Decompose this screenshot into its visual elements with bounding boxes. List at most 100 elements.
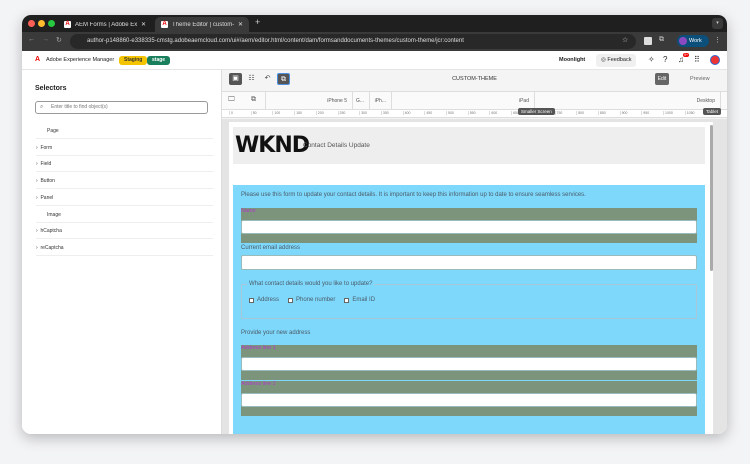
tab-bar: AAEM Forms | Adobe Experienc✕ ATheme Edi… — [22, 15, 727, 32]
tab-search-icon[interactable]: ▾ — [712, 18, 723, 29]
field-label: Current email address — [241, 245, 301, 251]
email-field: Current email address — [241, 245, 697, 270]
field-label: Address line 2 — [241, 381, 276, 387]
minimize-window-icon[interactable] — [38, 20, 45, 27]
ruler-tick: 900 — [619, 111, 628, 115]
feedback-button[interactable]: ◎ Feedback — [596, 54, 637, 67]
close-tab-icon[interactable]: ✕ — [141, 21, 146, 28]
selector-item[interactable]: › Button — [36, 173, 213, 190]
selector-item[interactable]: › Field — [36, 156, 213, 173]
whats-new-icon[interactable]: ✧ — [648, 55, 655, 64]
menu-kebab-icon[interactable]: ⋮ — [714, 36, 721, 44]
address-line-1-field: Address line 1 — [241, 345, 697, 380]
browser-window: AAEM Forms | Adobe Experienc✕ ATheme Edi… — [22, 15, 727, 434]
aem-header: A Adobe Experience Manager Staging stage… — [22, 51, 727, 70]
theme-title: CUSTOM-THEME — [452, 76, 497, 82]
scrollbar[interactable] — [710, 125, 713, 271]
profile-button[interactable]: Work — [677, 35, 709, 47]
device-ipad[interactable]: iPad — [392, 92, 535, 110]
help-icon[interactable]: ? — [663, 55, 667, 64]
tooltip: Tablet — [703, 108, 722, 115]
checkbox-option[interactable]: Email ID — [344, 297, 375, 303]
checkbox-option[interactable]: Address — [249, 297, 279, 303]
close-tab-icon[interactable]: ✕ — [238, 21, 243, 28]
maximize-window-icon[interactable] — [48, 20, 55, 27]
ruler-tick: 350 — [380, 111, 389, 115]
user-avatar[interactable] — [710, 55, 720, 65]
env-badge: stage — [147, 56, 171, 65]
ruler-tick: 400 — [402, 111, 411, 115]
ruler-tick: 1000 — [663, 111, 673, 115]
name-field: Name — [241, 208, 697, 243]
ruler-tick: 150 — [294, 111, 302, 115]
checkbox[interactable] — [288, 297, 294, 303]
panel-title: Selectors — [35, 85, 67, 92]
address-line-2-field: Address line 2 — [241, 381, 697, 416]
device-galaxy[interactable]: G... — [353, 92, 370, 110]
adobe-favicon-icon: A — [64, 21, 71, 28]
env-badge: Staging — [119, 56, 148, 65]
ruler-tick: 200 — [315, 111, 324, 115]
name-input[interactable] — [241, 220, 697, 234]
selector-item[interactable]: › hCaptcha — [36, 223, 213, 240]
extensions-puzzle-icon[interactable]: ⧉ — [659, 36, 664, 44]
theme-editor: ▣ ☷ ↶ ⧉ CUSTOM-THEME Edit Preview 🖵 ⧉ iP… — [222, 70, 727, 434]
tooltip: Smaller Screen — [518, 108, 555, 115]
ruler-tick: 100 — [272, 111, 281, 115]
device-bar: 🖵 ⧉ iPhone 5 G... iPh... iPad Desktop — [222, 91, 727, 110]
preview-canvas: WKND Contact Details Update Please use t… — [222, 119, 727, 434]
extension-icon[interactable] — [644, 37, 652, 45]
forward-icon[interactable]: → — [42, 36, 49, 43]
email-input[interactable] — [241, 255, 697, 270]
form-intro: Please use this form to update your cont… — [241, 192, 586, 198]
back-icon[interactable]: ← — [28, 36, 35, 43]
org-switcher[interactable]: Moonlight — [559, 57, 585, 63]
address-line-2-input[interactable] — [241, 393, 697, 407]
browser-tab[interactable]: AAEM Forms | Adobe Experienc✕ — [58, 17, 152, 32]
device-iphone5[interactable]: iPhone 5 — [265, 92, 353, 110]
form-page: WKND Contact Details Update Please use t… — [229, 122, 713, 434]
selectors-panel: Selectors ⌕ Enter title to find object(s)… — [22, 70, 222, 434]
ruler-tick: 750 — [554, 111, 563, 115]
form-header: WKND Contact Details Update — [233, 127, 705, 164]
fieldset-legend: What contact details would you like to u… — [247, 281, 375, 287]
device-desktop[interactable]: Desktop — [535, 92, 721, 110]
device-iphone[interactable]: iPh... — [370, 92, 392, 110]
ruler-tick: 550 — [467, 111, 476, 115]
desktop-icon[interactable]: 🖵 — [228, 96, 235, 104]
browser-tab-active[interactable]: ATheme Editor | custom-them✕ — [155, 17, 249, 32]
new-tab-icon[interactable]: + — [255, 17, 260, 27]
checkbox[interactable] — [344, 297, 350, 303]
reload-icon[interactable]: ↻ — [56, 36, 62, 44]
ruler-tick: 450 — [424, 111, 433, 115]
selector-item[interactable]: › reCaptcha — [36, 240, 213, 256]
ruler-tick: 500 — [446, 111, 454, 115]
selector-item[interactable]: Image — [36, 207, 213, 223]
section-label: Provide your new address — [241, 330, 311, 336]
close-window-icon[interactable] — [28, 20, 35, 27]
url-input[interactable]: author-p148860-e338335-cmstg.adobeaemclo… — [70, 34, 636, 49]
selector-item[interactable]: › Form — [36, 140, 213, 156]
preview-button[interactable]: Preview — [690, 76, 710, 82]
form-heading: Contact Details Update — [303, 142, 370, 149]
rotate-device-icon[interactable]: ⧉ — [251, 96, 256, 104]
contact-form: Please use this form to update your cont… — [233, 185, 705, 434]
contact-details-fieldset: What contact details would you like to u… — [241, 281, 697, 319]
adobe-logo-icon: A — [35, 56, 41, 63]
edit-button[interactable]: Edit — [655, 73, 669, 85]
apps-grid-icon[interactable]: ⠿ — [694, 55, 700, 64]
ruler-tick: 0 — [229, 111, 233, 115]
checkbox[interactable] — [249, 297, 254, 303]
product-name: Adobe Experience Manager — [46, 57, 115, 63]
selector-item[interactable]: Page — [36, 123, 213, 139]
field-label: Address line 1 — [241, 345, 276, 351]
address-line-1-input[interactable] — [241, 357, 697, 371]
ruler-tick: 600 — [489, 111, 498, 115]
field-label: Name — [241, 208, 256, 214]
search-icon: ⌕ — [40, 104, 44, 110]
selector-search-input[interactable]: ⌕ Enter title to find object(s) — [35, 101, 208, 114]
bookmark-star-icon[interactable]: ☆ — [622, 36, 628, 44]
checkbox-option[interactable]: Phone number — [288, 297, 335, 303]
adobe-favicon-icon: A — [161, 21, 168, 28]
selector-item[interactable]: › Panel — [36, 190, 213, 206]
